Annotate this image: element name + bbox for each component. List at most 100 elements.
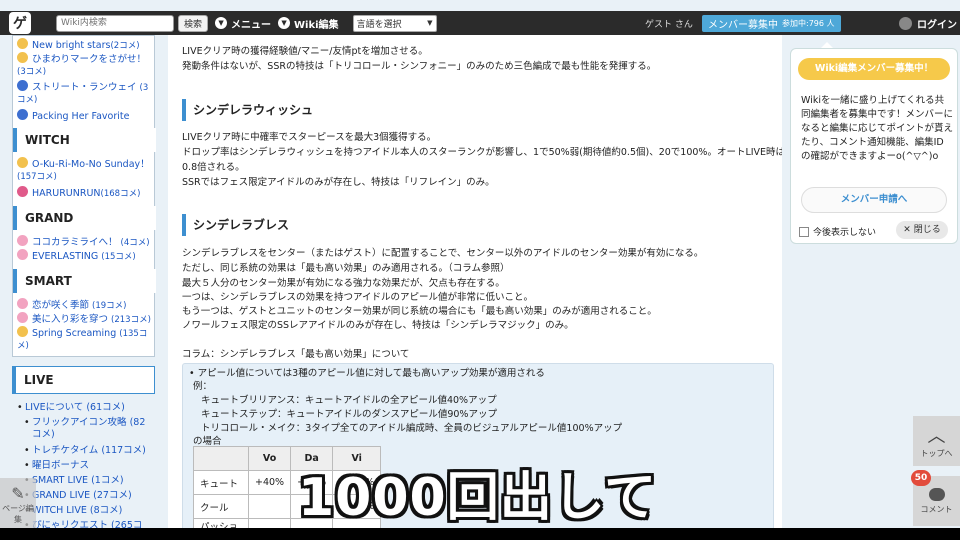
edit-page-button[interactable]: ✎ ページ編集 [0, 478, 36, 528]
comment-count-badge: 50 [911, 470, 931, 486]
search-button[interactable]: 検索 [178, 14, 209, 32]
recruit-message: Wikiを一緒に盛り上げてくれる共同編集者を募集中です！メンバーになると編集に応… [801, 95, 954, 162]
section-text: ドロップ率はシンデレラウィッシュを持つアイドル本人のスターランクが影響し、1で5… [182, 147, 782, 158]
language-select[interactable]: 言語を選択 ▼ [352, 14, 437, 32]
live-item[interactable]: トレチケタイム (117コメ) [24, 445, 146, 457]
sidebar-item-spring-screaming[interactable]: Spring Screaming (135コメ) [17, 326, 153, 352]
column-title: コラム：シンデレラブレス「最も高い効果」について [182, 349, 410, 360]
close-label: 閉じる [913, 225, 941, 235]
sidebar-item-street-runway[interactable]: ストリート・ランウェイ (3コメ) [17, 80, 153, 106]
cool-icon [17, 109, 28, 120]
section-text: LIVEクリア時に中確率でスターピースを最大3個獲得する。 [182, 132, 437, 143]
member-apply-button[interactable]: メンバー申請へ [801, 187, 947, 213]
intro-text: LIVEクリア時の獲得経験値/マニー/友情ptを増加させる。 [182, 46, 428, 57]
chevron-down-icon: ▼ [215, 17, 228, 29]
sidebar-item-label: EVERLASTING [32, 251, 99, 262]
comment-count: (61コメ) [86, 402, 125, 413]
browser-page: ゲ 検索 ▼ メニュー ▼ Wiki編集 言語を選択 ▼ ゲスト さん メンバー… [0, 0, 960, 528]
sidebar-item-harurunrun[interactable]: HARURUNRUN(168コメ) [17, 186, 153, 200]
comment-count: (213コメ) [111, 315, 151, 325]
comment-count: (15コメ) [101, 252, 136, 262]
live-item[interactable]: SMART LIVE (1コメ) [24, 475, 124, 487]
sidebar-item-bini-irite[interactable]: 美に入り彩を穿つ (213コメ) [17, 312, 153, 326]
section-text: SSRではフェス限定アイドルのみが存在し、特技は「リフレイン」のみ。 [182, 177, 495, 188]
comment-count: (1コメ) [91, 475, 124, 486]
sidebar-item-kokokara[interactable]: ココカラミライへ！ (4コメ) [17, 235, 153, 249]
wiki-logo[interactable]: ゲ [9, 12, 31, 34]
live-item[interactable]: WITCH LIVE (8コメ) [24, 505, 122, 517]
live-item[interactable]: ぴにゃリクエスト (265コメ) [24, 520, 155, 528]
column-text: 例： [193, 381, 213, 392]
sidebar: New bright stars(2コメ) ひまわりマークをさがせ！ (3コメ) … [0, 35, 158, 528]
sidebar-item-label: Spring Screaming [32, 328, 117, 339]
sidebar-heading-witch: WITCH [13, 128, 156, 152]
table-cell: パッション [193, 518, 249, 528]
live-item-label: フリックアイコン攻略 [32, 417, 127, 428]
wiki-search-input[interactable] [56, 14, 174, 32]
live-item-label: ぴにゃリクエスト [32, 520, 109, 528]
wiki-edit-button[interactable]: ▼ Wiki編集 [278, 16, 339, 31]
live-item[interactable]: GRAND LIVE (27コメ) [24, 490, 132, 502]
section-heading-cinderella-bless: シンデレラブレス [182, 214, 778, 236]
dont-show-label: 今後表示しない [813, 228, 877, 238]
comment-count: (4コメ) [120, 238, 150, 248]
live-item[interactable]: 曜日ボーナス [24, 460, 90, 472]
sidebar-item-label: HARURUNRUN [32, 188, 101, 199]
video-subtitle: 1000回出して [298, 468, 658, 528]
scroll-to-top-button[interactable]: ︿ トップへ [913, 416, 960, 466]
dont-show-checkbox[interactable]: 今後表示しない [799, 225, 876, 238]
chevron-down-icon: ▼ [427, 19, 433, 27]
sidebar-item-label: 美に入り彩を穿つ [32, 314, 109, 325]
comment-count: (19コメ) [92, 301, 127, 311]
section-text: 最大５人分のセンター効果が有効になる強力な効果だが、欠点も存在する。 [182, 278, 505, 289]
sidebar-item-everlasting[interactable]: EVERLASTING (15コメ) [17, 249, 153, 263]
sidebar-item-koigasaku[interactable]: 恋が咲く季節 (19コメ) [17, 298, 153, 312]
comment-label: コメント [920, 505, 953, 514]
live-item[interactable]: フリックアイコン攻略 (82コメ) [24, 417, 150, 441]
section-text: 一つは、シンデレラブレスの効果を持つアイドルのアピール値が非常に低いこと。 [182, 292, 534, 303]
comment-count: (157コメ) [17, 172, 57, 182]
passion-icon [17, 38, 28, 49]
to-top-label: トップへ [920, 449, 953, 458]
table-cell [247, 494, 292, 519]
sidebar-item-label: ストリート・ランウェイ [32, 82, 137, 93]
column-text: キュートステップ：キュートアイドルのダンスアピール値90%アップ [201, 409, 497, 420]
sidebar-heading-grand: GRAND [13, 206, 156, 230]
wiki-edit-label: Wiki編集 [294, 19, 339, 31]
wiki-header-bar: ゲ 検索 ▼ メニュー ▼ Wiki編集 言語を選択 ▼ ゲスト さん メンバー… [0, 11, 960, 35]
sidebar-item-himawari[interactable]: ひまわりマークをさがせ！ (3コメ) [17, 52, 153, 78]
close-popup-button[interactable]: ✕ 閉じる [896, 221, 948, 239]
intro-text: 発動条件はないが、SSRの特技は「トリコロール・シンフォニー」のみのため三色編成… [182, 61, 657, 72]
table-header: Vo [247, 446, 292, 471]
live-item-label: トレチケタイム [32, 445, 99, 456]
member-recruit-label: メンバー募集中 [708, 20, 778, 31]
sidebar-item-label: O-Ku-Ri-Mo-No Sunday！ [32, 159, 150, 170]
live-item[interactable]: LIVEについて (61コメ) [17, 402, 125, 414]
sidebar-item-label: ひまわりマークをさがせ！ [32, 54, 147, 65]
section-text: シンデレラブレスをセンター（またはゲスト）に配置することで、センター以外のアイド… [182, 248, 704, 259]
column-text: • アピール値については3種のアピール値に対して最も高いアップ効果が適用される [189, 368, 545, 379]
sidebar-item-packing-her-favorite[interactable]: Packing Her Favorite [17, 109, 153, 123]
comment-count: (3コメ) [17, 67, 47, 77]
sidebar-item-new-bright-stars[interactable]: New bright stars(2コメ) [17, 38, 153, 52]
comment-count: (168コメ) [100, 189, 141, 199]
recruit-label: Wiki編集メンバー募集中！ [798, 58, 950, 80]
comment-count: (2コメ) [110, 41, 140, 51]
chevron-down-icon: ▼ [278, 17, 291, 29]
member-recruit-button[interactable]: メンバー募集中 参加中:796 人 [702, 15, 841, 32]
recruit-popup: Wiki編集メンバー募集中！ Wikiを一緒に盛り上げてくれる共同編集者を募集中… [790, 42, 958, 244]
login-button[interactable]: ログイン [899, 16, 957, 31]
menu-button[interactable]: ▼ メニュー [215, 16, 271, 31]
live-item-label: 曜日ボーナス [32, 460, 90, 471]
live-item-label: GRAND LIVE [32, 490, 91, 501]
sidebar-item-label: ココカラミライへ！ [32, 237, 118, 248]
column-text: トリコロール・メイク：3タイプ全てのアイドル編成時、全員のビジュアルアピール値1… [201, 423, 623, 434]
edit-page-label: ページ編集 [2, 504, 34, 524]
live-item-label: WITCH LIVE [32, 505, 87, 516]
table-cell: +40% [247, 470, 292, 495]
section-heading-cinderella-wish: シンデレラウィッシュ [182, 99, 778, 121]
checkbox-icon [799, 226, 809, 237]
sidebar-item-okurimono[interactable]: O-Ku-Ri-Mo-No Sunday！ (157コメ) [17, 157, 153, 183]
table-cell [247, 518, 292, 528]
pencil-icon: ✎ [11, 484, 25, 503]
